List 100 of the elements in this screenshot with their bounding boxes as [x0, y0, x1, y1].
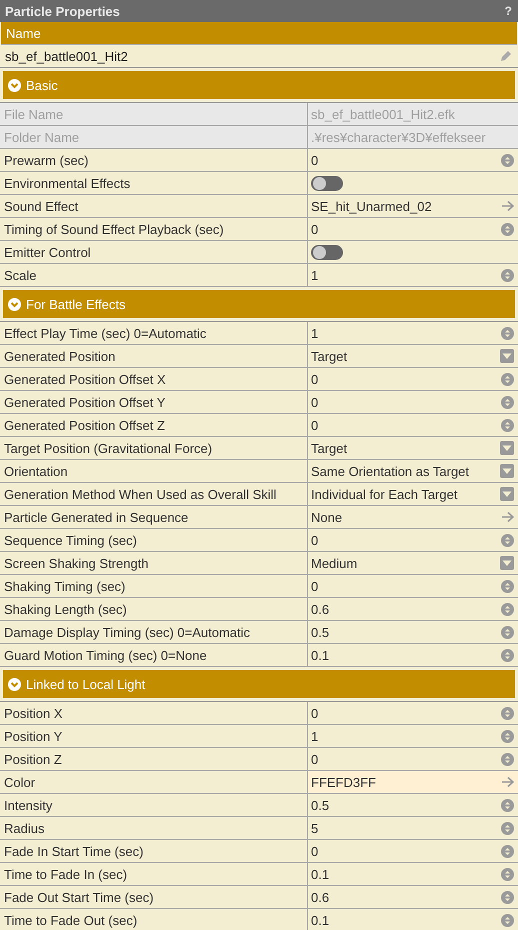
property-label: Orientation — [0, 460, 308, 482]
property-label: Target Position (Gravitational Force) — [0, 437, 308, 459]
property-label: Generation Method When Used as Overall Skill — [0, 483, 308, 505]
link-field[interactable]: SE_hit_Unarmed_02 — [308, 195, 518, 217]
number-field[interactable]: 0 — [308, 702, 518, 724]
property-label: Sound Effect — [0, 195, 308, 217]
dropdown-icon[interactable] — [500, 487, 514, 501]
spinner-icon[interactable] — [501, 396, 514, 408]
property-label: Guard Motion Timing (sec) 0=None — [0, 644, 308, 666]
number-field[interactable]: 0 — [308, 748, 518, 770]
spinner-icon[interactable] — [501, 626, 514, 638]
spinner-icon[interactable] — [501, 706, 514, 720]
toggle-switch[interactable] — [311, 176, 343, 190]
number-field[interactable]: 0 — [308, 391, 518, 413]
property-label: Damage Display Timing (sec) 0=Automatic — [0, 621, 308, 643]
property-label: Scale — [0, 264, 308, 286]
spinner-icon[interactable] — [501, 822, 514, 834]
spinner-icon[interactable] — [501, 602, 514, 616]
spinner-icon[interactable] — [501, 154, 514, 166]
spinner-icon[interactable] — [501, 752, 514, 766]
dropdown-icon[interactable] — [500, 349, 514, 363]
dropdown[interactable]: Target — [308, 345, 518, 367]
spinner-icon[interactable] — [501, 372, 514, 386]
property-label: Sequence Timing (sec) — [0, 529, 308, 551]
dropdown-icon[interactable] — [500, 556, 514, 570]
property-label: Generated Position Offset X — [0, 368, 308, 390]
number-field[interactable]: 1 — [308, 725, 518, 747]
number-field[interactable]: 0 — [308, 218, 518, 240]
number-field[interactable]: 0.5 — [308, 621, 518, 643]
property-label: Fade In Start Time (sec) — [0, 840, 308, 862]
spinner-icon[interactable] — [501, 418, 514, 432]
property-label: Position Y — [0, 725, 308, 747]
spinner-icon[interactable] — [501, 326, 514, 340]
property-label: Shaking Timing (sec) — [0, 575, 308, 597]
section-title: Linked to Local Light — [26, 676, 146, 692]
number-field[interactable]: 0 — [308, 575, 518, 597]
dropdown[interactable]: Individual for Each Target — [308, 483, 518, 505]
number-field[interactable]: 0 — [308, 840, 518, 862]
spinner-icon[interactable] — [501, 844, 514, 858]
spinner-icon[interactable] — [501, 648, 514, 662]
spinner-icon[interactable] — [501, 268, 514, 282]
help-button[interactable]: ? — [504, 4, 512, 18]
chevron-icon[interactable] — [8, 678, 21, 690]
property-label: Screen Shaking Strength — [0, 552, 308, 574]
property-label: Shaking Length (sec) — [0, 598, 308, 620]
section-title: Basic — [26, 78, 58, 92]
name-header: Name — [1, 22, 517, 45]
number-field[interactable]: 0 — [308, 414, 518, 436]
property-label: Timing of Sound Effect Playback (sec) — [0, 218, 308, 240]
property-label: Radius — [0, 817, 308, 839]
number-field[interactable]: 5 — [308, 817, 518, 839]
arrow-icon[interactable] — [501, 776, 514, 788]
dropdown[interactable]: Medium — [308, 552, 518, 574]
number-field[interactable]: 1 — [308, 322, 518, 344]
spinner-icon[interactable] — [501, 868, 514, 880]
spinner-icon[interactable] — [501, 730, 514, 742]
spinner-icon[interactable] — [501, 222, 514, 236]
number-field[interactable]: 0 — [308, 368, 518, 390]
spinner-icon[interactable] — [501, 534, 514, 546]
dropdown-icon[interactable] — [500, 464, 514, 478]
property-label: Time to Fade In (sec) — [0, 863, 308, 885]
number-field[interactable]: 1 — [308, 264, 518, 286]
chevron-icon[interactable] — [8, 298, 21, 310]
toggle-switch[interactable] — [311, 244, 343, 260]
property-value: sb_ef_battle001_Hit2.efk — [310, 106, 456, 124]
number-field[interactable]: 0.6 — [308, 598, 518, 620]
property-label: Generated Position — [0, 345, 308, 367]
number-field[interactable]: 0.6 — [308, 886, 518, 908]
property-label: Effect Play Time (sec) 0=Automatic — [0, 322, 308, 344]
property-label: Particle Generated in Sequence — [0, 506, 308, 528]
property-label: Generated Position Offset Z — [0, 414, 308, 436]
dropdown-icon[interactable] — [500, 441, 514, 455]
number-field[interactable]: 0 — [308, 529, 518, 551]
number-field[interactable]: 0.5 — [308, 794, 518, 816]
property-label: Generated Position Offset Y — [0, 391, 308, 413]
property-label: File Name — [0, 103, 308, 125]
number-field[interactable]: 0.1 — [308, 644, 518, 666]
pencil-icon[interactable] — [499, 49, 513, 63]
number-field[interactable]: 0.1 — [308, 909, 518, 930]
property-label: Position Z — [0, 748, 308, 770]
section-title: For Battle Effects — [26, 296, 126, 312]
dropdown[interactable]: Target — [308, 437, 518, 459]
arrow-icon[interactable] — [501, 511, 514, 523]
property-label: Prewarm (sec) — [0, 149, 308, 171]
property-label: Emitter Control — [0, 241, 308, 263]
spinner-icon[interactable] — [501, 890, 514, 904]
property-label: Environmental Effects — [0, 172, 308, 194]
spinner-icon[interactable] — [501, 914, 514, 926]
chevron-icon[interactable] — [8, 78, 21, 92]
property-label: Position X — [0, 702, 308, 724]
link-field[interactable]: None — [308, 506, 518, 528]
property-label: Fade Out Start Time (sec) — [0, 886, 308, 908]
number-field[interactable]: 0 — [308, 149, 518, 171]
color-field[interactable]: FFEFD3FF — [308, 771, 518, 793]
spinner-icon[interactable] — [501, 798, 514, 812]
spinner-icon[interactable] — [501, 580, 514, 592]
dropdown[interactable]: Same Orientation as Target — [308, 460, 518, 482]
arrow-icon[interactable] — [501, 200, 514, 212]
number-field[interactable]: 0.1 — [308, 863, 518, 885]
panel-title: Particle Properties — [5, 4, 120, 18]
